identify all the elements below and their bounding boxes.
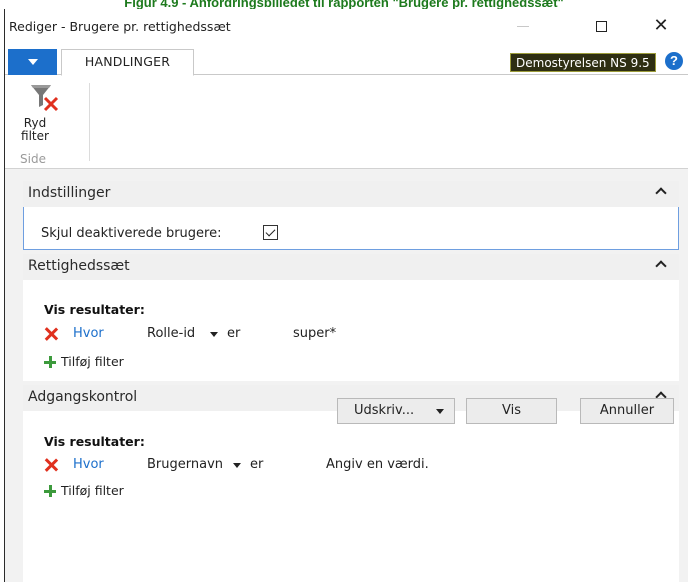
collapse-chevron-icon[interactable] xyxy=(655,260,667,272)
document-caption: Figur 4.9 - Anfordringsbilledet til rapp… xyxy=(124,0,564,9)
plus-icon xyxy=(44,485,56,497)
add-filter-label: Tilføj filter xyxy=(61,354,124,369)
hide-disabled-users-label: Skjul deaktiverede brugere: xyxy=(41,226,222,241)
filter-operator: er xyxy=(227,326,241,341)
filter-value-input[interactable]: super* xyxy=(293,326,336,341)
plus-icon xyxy=(44,356,56,368)
field-dropdown-arrow-icon[interactable] xyxy=(233,463,241,468)
ribbon-group-label: Side xyxy=(20,152,46,166)
add-filter-button[interactable]: Tilføj filter xyxy=(44,483,244,501)
permission-sets-panel: Rettighedssæt Vis resultater: Hvor Rolle… xyxy=(23,254,679,381)
show-results-label: Vis resultater: xyxy=(44,302,145,317)
ribbon-group-divider xyxy=(89,83,90,161)
maximize-button[interactable] xyxy=(581,14,621,38)
print-dropdown-arrow-icon[interactable] xyxy=(436,409,444,414)
settings-panel-title: Indstillinger xyxy=(28,185,111,201)
clear-filter-button[interactable]: Ryd filter xyxy=(11,81,73,149)
clear-filter-icon xyxy=(31,85,59,112)
clear-filter-label: Ryd filter xyxy=(21,116,49,143)
checkmark-icon xyxy=(265,226,276,237)
remove-filter-icon[interactable] xyxy=(44,327,58,341)
print-button[interactable]: Udskriv... xyxy=(337,398,455,424)
where-label: Hvor xyxy=(73,326,104,341)
tab-handlinger[interactable]: HANDLINGER xyxy=(61,49,194,76)
ribbon-tab-bar: HANDLINGER Demostyrelsen NS 9.5 ? xyxy=(5,49,688,76)
view-button[interactable]: Vis xyxy=(466,398,557,424)
add-filter-label: Tilføj filter xyxy=(61,483,124,498)
company-badge: Demostyrelsen NS 9.5 xyxy=(510,53,656,72)
filter-field-select[interactable]: Rolle-id xyxy=(147,326,195,341)
minimize-button[interactable] xyxy=(503,14,543,38)
settings-panel: Indstillinger Skjul deaktiverede brugere… xyxy=(23,181,679,250)
cancel-button[interactable]: Annuller xyxy=(580,398,674,424)
filter-operator: er xyxy=(250,457,264,472)
minimize-icon xyxy=(517,25,529,27)
help-icon[interactable]: ? xyxy=(665,52,683,70)
filter-row: Hvor Brugernavn er Angiv en værdi. xyxy=(44,457,644,475)
field-dropdown-arrow-icon[interactable] xyxy=(210,332,218,337)
show-results-label: Vis resultater: xyxy=(44,434,145,449)
dropdown-arrow-icon xyxy=(27,59,38,65)
collapse-chevron-icon[interactable] xyxy=(655,187,667,199)
app-menu-button[interactable] xyxy=(8,49,57,75)
window-title: Rediger - Brugere pr. rettighedssæt xyxy=(9,19,231,34)
ribbon-body: Ryd filter Side xyxy=(5,75,688,169)
close-button[interactable]: ✕ xyxy=(641,14,681,38)
hide-disabled-users-checkbox[interactable] xyxy=(263,225,278,240)
filter-field-select[interactable]: Brugernavn xyxy=(147,457,223,472)
print-button-label: Udskriv... xyxy=(354,403,415,418)
title-bar: Rediger - Brugere pr. rettighedssæt ✕ xyxy=(5,9,688,42)
settings-panel-header[interactable]: Indstillinger xyxy=(23,181,679,207)
where-label: Hvor xyxy=(73,457,104,472)
filter-value-input[interactable]: Angiv en værdi. xyxy=(326,457,429,472)
add-filter-button[interactable]: Tilføj filter xyxy=(44,354,244,372)
maximize-icon xyxy=(595,20,607,32)
remove-filter-icon[interactable] xyxy=(44,458,58,472)
access-control-panel-title: Adgangskontrol xyxy=(28,389,138,405)
filter-row: Hvor Rolle-id er super* xyxy=(44,326,644,344)
request-page-body: Indstillinger Skjul deaktiverede brugere… xyxy=(5,169,688,582)
report-request-window: Rediger - Brugere pr. rettighedssæt ✕ HA… xyxy=(4,9,688,582)
permission-sets-panel-header[interactable]: Rettighedssæt xyxy=(23,254,679,280)
permission-sets-panel-title: Rettighedssæt xyxy=(28,258,130,274)
